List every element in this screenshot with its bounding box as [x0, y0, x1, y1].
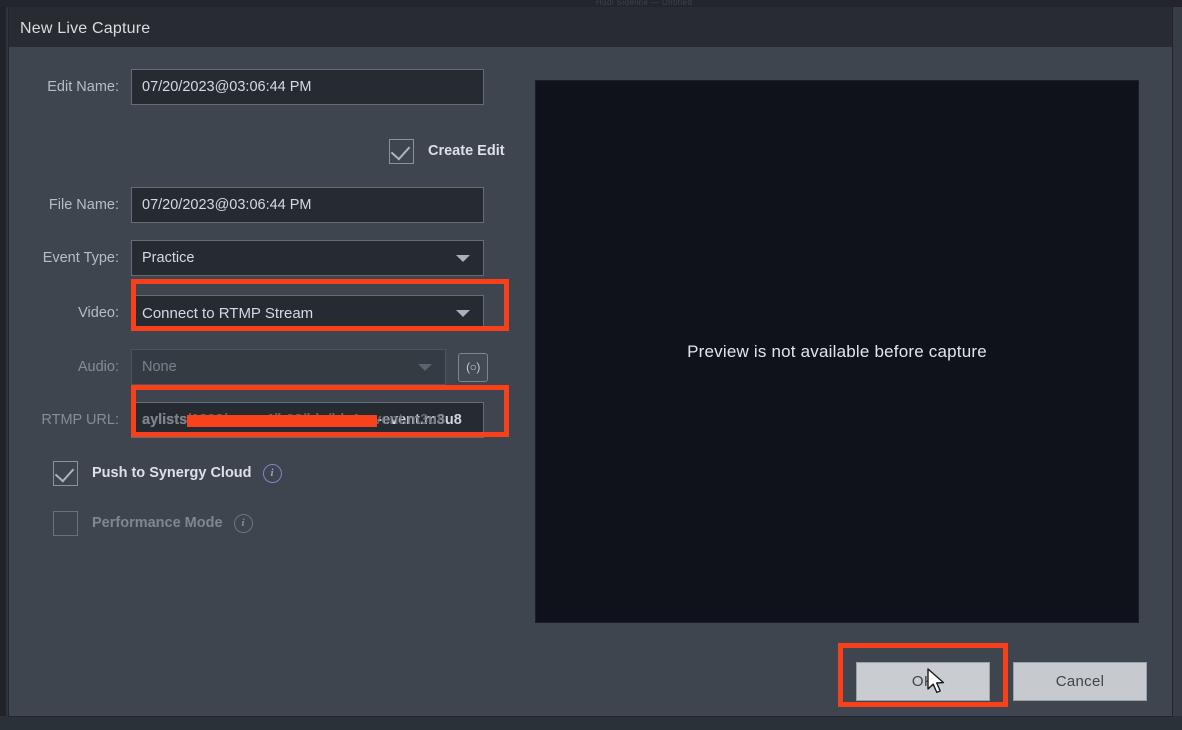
- rtmp-url-label: RTMP URL:: [41, 412, 119, 428]
- file-name-row: File Name: 07/20/2023@03:06:44 PM: [9, 187, 529, 223]
- background-left-edge: [0, 7, 9, 730]
- audio-source-select[interactable]: None: [131, 349, 446, 385]
- dialog-title: New Live Capture: [20, 20, 151, 37]
- background-right-edge: [1171, 7, 1182, 730]
- preview-panel: Preview is not available before capture: [535, 80, 1139, 623]
- audio-row: Audio: None (○): [9, 349, 529, 385]
- background-bottom-edge: [0, 716, 1182, 730]
- dialog-titlebar: New Live Capture: [9, 7, 1172, 47]
- info-icon[interactable]: i: [262, 463, 282, 483]
- rtmp-url-row: RTMP URL: aylists/1302/game4/h02/hls/hls…: [9, 402, 529, 438]
- performance-mode-checkbox[interactable]: [53, 510, 78, 536]
- create-edit-label: Create Edit: [428, 143, 505, 159]
- video-source-value: Connect to RTMP Stream: [142, 304, 314, 322]
- preview-message: Preview is not available before capture: [687, 341, 987, 361]
- video-row: Video: Connect to RTMP Stream: [9, 295, 529, 331]
- push-to-synergy-cloud-row[interactable]: Push to Synergy Cloud i: [53, 460, 282, 486]
- info-icon[interactable]: i: [233, 513, 253, 533]
- event-type-value: Practice: [142, 250, 195, 266]
- cancel-button[interactable]: Cancel: [1013, 662, 1147, 701]
- rtmp-url-input[interactable]: aylists/1302/game4/h02/hls/hls1-event.m3…: [131, 402, 484, 438]
- audio-source-value: None: [142, 359, 177, 375]
- performance-mode-label: Performance Mode: [92, 515, 223, 531]
- new-live-capture-dialog: New Live Capture Edit Name: 07/20/2023@0…: [9, 7, 1172, 716]
- audio-level-icon[interactable]: (○): [458, 352, 488, 382]
- chevron-down-icon: [418, 364, 432, 371]
- event-type-select[interactable]: Practice: [131, 240, 484, 276]
- chevron-down-icon: [456, 310, 470, 317]
- audio-label: Audio:: [77, 359, 119, 375]
- performance-mode-row[interactable]: Performance Mode i: [53, 510, 253, 536]
- ok-button[interactable]: OK: [856, 662, 990, 701]
- background-window-title: Hudl Sideline — Untitled: [596, 0, 693, 7]
- video-source-select[interactable]: Connect to RTMP Stream: [131, 295, 484, 331]
- push-to-synergy-cloud-checkbox[interactable]: [53, 460, 78, 486]
- redaction-bar: [187, 415, 378, 427]
- create-edit-checkbox[interactable]: [389, 138, 414, 164]
- checkmark-icon: [54, 462, 75, 482]
- push-to-synergy-cloud-label: Push to Synergy Cloud: [92, 465, 252, 481]
- file-name-label: File Name:: [48, 197, 119, 213]
- chevron-down-icon: [456, 255, 470, 262]
- create-edit-checkbox-row[interactable]: Create Edit: [389, 138, 505, 164]
- edit-name-input[interactable]: 07/20/2023@03:06:44 PM: [131, 69, 484, 105]
- event-type-label: Event Type:: [42, 250, 119, 266]
- capture-settings-form: Edit Name: 07/20/2023@03:06:44 PM Create…: [9, 47, 529, 607]
- checkmark-icon: [390, 140, 411, 160]
- edit-name-label: Edit Name:: [47, 79, 119, 95]
- file-name-input[interactable]: 07/20/2023@03:06:44 PM: [131, 187, 484, 223]
- event-type-row: Event Type: Practice: [9, 240, 529, 276]
- video-label: Video:: [78, 305, 119, 321]
- dialog-body: Edit Name: 07/20/2023@03:06:44 PM Create…: [9, 47, 1172, 716]
- edit-name-row: Edit Name: 07/20/2023@03:06:44 PM: [9, 69, 529, 105]
